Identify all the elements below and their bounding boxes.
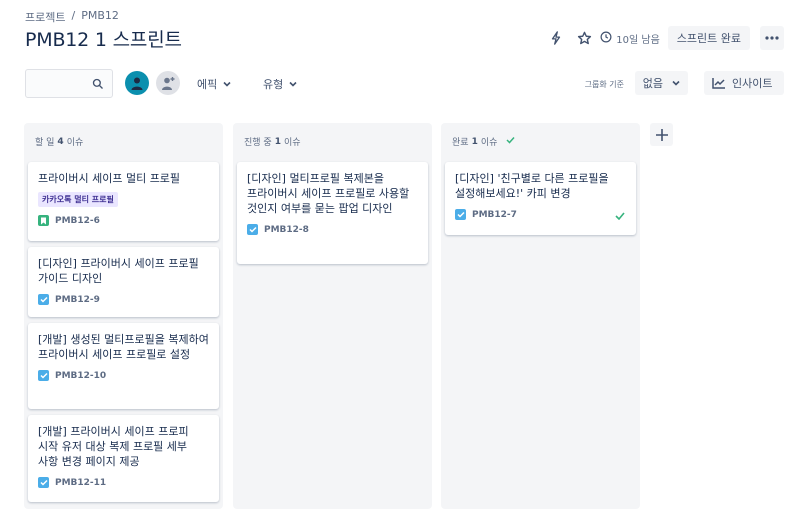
type-filter-dropdown[interactable]: 유형	[263, 76, 297, 92]
search-input[interactable]	[26, 70, 86, 97]
breadcrumb: 프로젝트 / PMB12	[25, 9, 119, 25]
user-icon	[131, 77, 143, 90]
issue-card[interactable]: [디자인] 프라이버시 세이프 프로필 가이드 디자인 PMB12-9	[28, 247, 219, 317]
groupby-dropdown[interactable]: 없음	[634, 71, 688, 95]
insights-button[interactable]: 인사이트	[704, 71, 784, 95]
header-actions: 10일 남음 스프린트 완료	[544, 26, 784, 50]
card-meta: PMB12-10	[38, 370, 209, 381]
search-box	[25, 69, 113, 98]
card-meta: PMB12-6	[38, 215, 209, 226]
chevron-down-icon	[289, 81, 297, 87]
card-meta: PMB12-11	[38, 477, 209, 488]
column-unit: 이슈	[283, 138, 301, 148]
column-count: 1	[471, 136, 478, 147]
column-header: 진행 중 1 이슈	[244, 135, 301, 149]
issue-key[interactable]: PMB12-9	[55, 295, 100, 305]
task-icon	[247, 224, 258, 235]
issue-key[interactable]: PMB12-7	[472, 210, 517, 220]
issue-card[interactable]: [디자인] '친구별로 다른 프로필을 설정해보세요!' 카피 변경 PMB12…	[445, 162, 636, 235]
issue-key[interactable]: PMB12-11	[55, 478, 106, 488]
card-title: [개발] 생성된 멀티프로필을 복제하여 프라이버시 세이프 프로필로 설정	[38, 333, 209, 361]
add-people-button[interactable]	[156, 71, 180, 95]
column-count: 4	[57, 136, 64, 147]
card-meta: PMB12-9	[38, 294, 209, 305]
page-title: PMB12 1 스프린트	[25, 29, 182, 51]
lightning-icon[interactable]	[544, 26, 568, 50]
story-icon	[38, 215, 49, 226]
groupby-label: 그룹화 기준	[584, 80, 624, 89]
issue-key[interactable]: PMB12-10	[55, 371, 106, 381]
chart-trend-icon	[712, 78, 725, 89]
issue-key[interactable]: PMB12-6	[55, 216, 100, 226]
column-name: 진행 중	[244, 138, 272, 148]
column-header: 할 일 4 이슈	[35, 135, 84, 149]
task-icon	[38, 294, 49, 305]
column-name: 완료	[452, 138, 469, 148]
board-toolbar: 에픽 유형 그룹화 기준 없음 인사이트	[25, 69, 784, 99]
days-left: 10일 남음	[600, 31, 660, 46]
card-title: [디자인] 프라이버시 세이프 프로필 가이드 디자인	[38, 257, 199, 285]
chevron-down-icon	[672, 80, 680, 86]
epic-label[interactable]: 카카오톡 멀티 프로필	[38, 192, 118, 207]
add-user-icon	[162, 77, 175, 90]
resolved-check-icon	[615, 212, 625, 223]
complete-sprint-button[interactable]: 스프린트 완료	[667, 26, 750, 50]
issue-card[interactable]: [디자인] 멀티프로필 복제본을 프라이버시 세이프 프로필로 사용할 것인지 …	[237, 162, 428, 264]
days-left-text: 10일 남음	[616, 34, 660, 46]
breadcrumb-projects-link[interactable]: 프로젝트	[25, 9, 65, 25]
card-title: [디자인] '친구별로 다른 프로필을 설정해보세요!' 카피 변경	[455, 172, 609, 200]
type-filter-label: 유형	[263, 78, 284, 91]
column-done: 완료 1 이슈 [디자인] '친구별로 다른 프로필을 설정해보세요!' 카피 …	[441, 123, 640, 509]
column-unit: 이슈	[66, 138, 84, 148]
breadcrumb-project-key-link[interactable]: PMB12	[81, 9, 119, 25]
task-icon	[38, 477, 49, 488]
task-icon	[38, 370, 49, 381]
card-title: [개발] 프라이버시 세이프 프로피 시작 유저 대상 복제 프로필 세부 사항…	[38, 425, 189, 468]
issue-card[interactable]: [개발] 생성된 멀티프로필을 복제하여 프라이버시 세이프 프로필로 설정 P…	[28, 323, 219, 409]
card-title: [디자인] 멀티프로필 복제본을 프라이버시 세이프 프로필로 사용할 것인지 …	[247, 172, 410, 215]
search-icon	[92, 78, 103, 89]
breadcrumb-separator: /	[71, 9, 76, 22]
more-options-button[interactable]	[760, 26, 784, 50]
epic-filter-label: 에픽	[197, 78, 218, 91]
more-icon	[765, 36, 779, 40]
column-in-progress: 진행 중 1 이슈 [디자인] 멀티프로필 복제본을 프라이버시 세이프 프로필…	[233, 123, 432, 509]
epic-filter-dropdown[interactable]: 에픽	[197, 76, 231, 92]
task-icon	[455, 209, 466, 220]
column-todo: 할 일 4 이슈 프라이버시 세이프 멀티 프로필 카카오톡 멀티 프로필 PM…	[24, 123, 223, 509]
card-meta: PMB12-7	[455, 209, 626, 220]
groupby-value: 없음	[642, 77, 663, 90]
column-name: 할 일	[35, 138, 55, 148]
insights-label: 인사이트	[732, 77, 773, 90]
column-count: 1	[274, 136, 281, 147]
card-meta: PMB12-8	[247, 224, 418, 235]
clock-icon	[600, 31, 612, 46]
add-column-button[interactable]	[650, 123, 673, 146]
column-unit: 이슈	[480, 138, 498, 148]
issue-card[interactable]: [개발] 프라이버시 세이프 프로피 시작 유저 대상 복제 프로필 세부 사항…	[28, 415, 219, 502]
star-icon[interactable]	[572, 26, 596, 50]
card-title: 프라이버시 세이프 멀티 프로필	[38, 172, 181, 185]
avatar[interactable]	[125, 71, 149, 95]
column-header: 완료 1 이슈	[452, 135, 515, 148]
issue-card[interactable]: 프라이버시 세이프 멀티 프로필 카카오톡 멀티 프로필 PMB12-6	[28, 162, 219, 241]
plus-icon	[655, 128, 668, 141]
chevron-down-icon	[223, 81, 231, 87]
done-check-icon	[506, 136, 515, 147]
issue-key[interactable]: PMB12-8	[264, 225, 309, 235]
